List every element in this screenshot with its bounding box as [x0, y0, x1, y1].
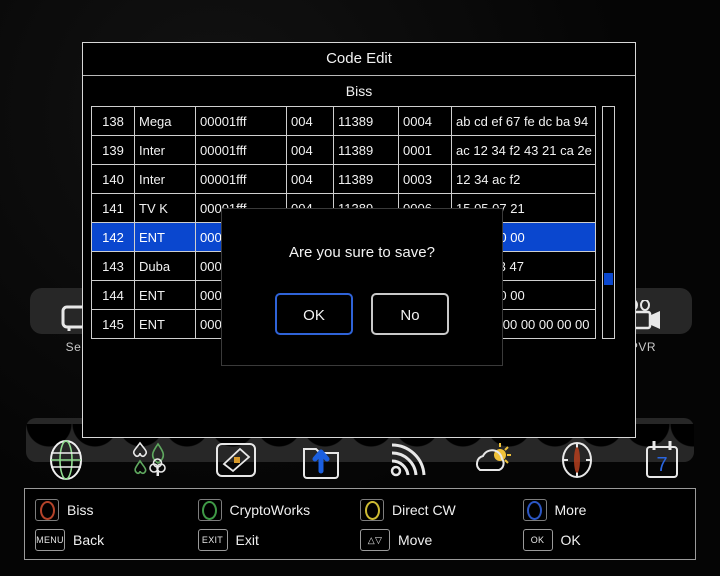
color-key-icon: [522, 499, 547, 521]
table-row[interactable]: 139 Inter 00001fff 004 11389 0001 ac 12 34 f2 …: [91, 135, 596, 165]
weather-icon[interactable]: [460, 434, 524, 486]
cell-name: ENT: [134, 222, 196, 252]
cell-key: 00001fff: [195, 164, 287, 194]
cell-key: 00001fff: [195, 135, 287, 165]
table-row[interactable]: 140 Inter 00001fff 004 11389 0003 12 34 ac f2: [91, 164, 596, 194]
legend-row-keys: MENU Back EXIT Exit △▽ Move OK OK: [35, 525, 685, 555]
dialog-message: Are you sure to save?: [289, 244, 435, 261]
legend-label: CryptoWorks: [229, 502, 311, 518]
scrollbar-thumb[interactable]: [604, 273, 613, 286]
page-title: Code Edit: [83, 43, 635, 76]
cell-hex: 12 34 ac f2: [451, 164, 596, 194]
legend-item-ok[interactable]: OK OK: [522, 529, 686, 551]
cell-name: ENT: [134, 309, 196, 339]
color-ring: [202, 500, 217, 520]
legend-item-exit[interactable]: EXIT Exit: [197, 529, 361, 551]
cell-sid: 0003: [398, 164, 452, 194]
legend-item-cryptoworks[interactable]: CryptoWorks: [197, 499, 361, 521]
save-confirm-dialog: Are you sure to save? OK No: [221, 208, 503, 366]
legend-label: Biss: [67, 502, 94, 518]
color-key-icon: [197, 499, 222, 521]
legend-label: Back: [73, 532, 105, 548]
gauge-icon[interactable]: [545, 434, 609, 486]
cell-a: 004: [286, 135, 334, 165]
rss-signal-icon[interactable]: [375, 434, 439, 486]
legend-label: OK: [560, 532, 581, 548]
legend-item-direct-cw[interactable]: Direct CW: [360, 499, 523, 521]
cell-name: Duba: [134, 251, 196, 281]
tv-screen: Serv PVR 7 Code Edit Biss 138 Mega 00001…: [0, 0, 720, 576]
cell-idx: 138: [91, 106, 135, 136]
legend-label: Direct CW: [392, 502, 456, 518]
cell-idx: 140: [91, 164, 135, 194]
remote-key-icon: EXIT: [197, 529, 228, 551]
media-photo-icon[interactable]: [204, 434, 268, 486]
cell-name: Inter: [134, 135, 196, 165]
card-suits-icon[interactable]: [119, 434, 183, 486]
calendar-icon[interactable]: 7: [630, 434, 694, 486]
svg-text:7: 7: [656, 454, 667, 476]
cell-idx: 139: [91, 135, 135, 165]
cell-freq: 11389: [333, 135, 399, 165]
remote-key-icon: △▽: [360, 529, 390, 551]
cell-idx: 145: [91, 309, 135, 339]
cell-idx: 142: [91, 222, 135, 252]
cell-freq: 11389: [333, 164, 399, 194]
color-key-icon: [360, 499, 384, 521]
cell-a: 004: [286, 164, 334, 194]
cell-name: TV K: [134, 193, 196, 223]
legend-item-more[interactable]: More: [522, 499, 686, 521]
icon-dock: 7: [34, 432, 694, 488]
color-ring: [364, 500, 380, 520]
globe-icon[interactable]: [34, 434, 98, 486]
cell-hex: ac 12 34 f2 43 21 ca 2e: [451, 135, 596, 165]
cell-a: 004: [286, 106, 334, 136]
table-scrollbar[interactable]: [602, 106, 615, 339]
cell-name: Inter: [134, 164, 196, 194]
legend-label: More: [554, 502, 587, 518]
window-subtitle: Biss: [345, 83, 373, 99]
cell-hex: ab cd ef 67 fe dc ba 94: [451, 106, 596, 136]
cell-name: ENT: [134, 280, 196, 310]
remote-key-icon: OK: [522, 529, 553, 551]
remote-key-icon: MENU: [35, 529, 65, 551]
cell-idx: 144: [91, 280, 135, 310]
legend-label: Exit: [235, 532, 259, 548]
legend-label: Move: [398, 532, 433, 548]
key-legend-bar: Biss CryptoWorks Direct CW More MENU Back EXI…: [24, 488, 696, 560]
color-ring: [39, 500, 55, 520]
dialog-button-row: OK No: [222, 293, 502, 335]
no-button[interactable]: No: [371, 293, 449, 335]
cell-sid: 0001: [398, 135, 452, 165]
folder-upload-icon[interactable]: [289, 434, 353, 486]
color-key-icon: [35, 499, 59, 521]
legend-row-colors: Biss CryptoWorks Direct CW More: [35, 495, 685, 525]
cell-sid: 0004: [398, 106, 452, 136]
color-ring: [527, 500, 542, 520]
cell-freq: 11389: [333, 106, 399, 136]
cell-idx: 141: [91, 193, 135, 223]
cell-key: 00001fff: [195, 106, 287, 136]
table-row[interactable]: 138 Mega 00001fff 004 11389 0004 ab cd ef 67 f…: [91, 106, 596, 136]
legend-item-biss[interactable]: Biss: [35, 499, 198, 521]
ok-button[interactable]: OK: [275, 293, 353, 335]
legend-item-move[interactable]: △▽ Move: [360, 529, 523, 551]
cell-name: Mega: [134, 106, 196, 136]
legend-item-back[interactable]: MENU Back: [35, 529, 198, 551]
cell-idx: 143: [91, 251, 135, 281]
